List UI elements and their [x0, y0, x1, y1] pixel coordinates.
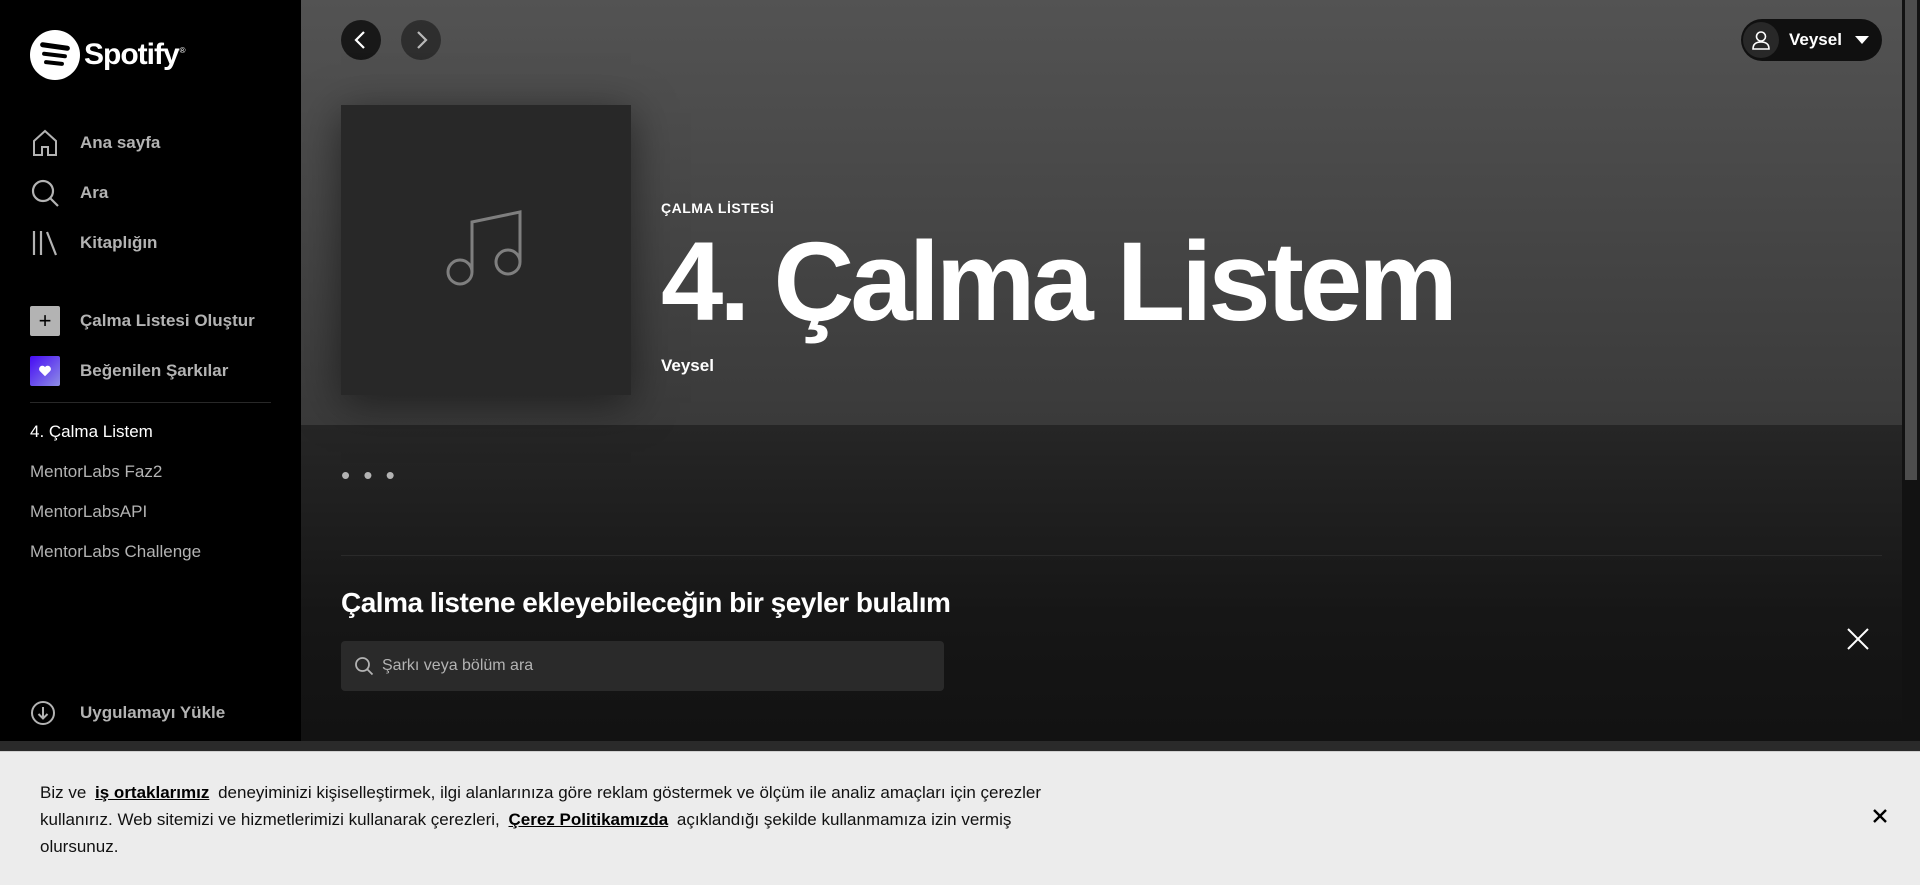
avatar — [1743, 22, 1779, 58]
find-songs-title: Çalma listene ekleyebileceğin bir şeyler… — [341, 587, 951, 618]
search-icon — [355, 657, 374, 676]
plus-icon: + — [30, 306, 60, 336]
sidebar-actions: + Çalma Listesi Oluştur Beğenilen Şarkıl… — [30, 296, 290, 396]
playlist-info: ÇALMA LİSTESİ 4. Çalma Listem Veysel — [661, 200, 1458, 376]
spotify-wordmark: Spotify® — [84, 38, 186, 71]
main-nav: Ana sayfa Ara Kitaplığın — [30, 118, 290, 268]
app-window: Spotify® Ana sayfa Ara Kitaplığın + Çalm… — [0, 0, 1920, 885]
song-search-input[interactable] — [382, 657, 922, 675]
close-find-section-button[interactable] — [1841, 622, 1875, 656]
playlist-owner-link[interactable]: Veysel — [661, 356, 1454, 376]
cookie-text-part: Biz ve — [40, 783, 87, 802]
nav-library[interactable]: Kitaplığın — [30, 218, 290, 268]
sidebar-playlist-item[interactable]: MentorLabs Challenge — [30, 540, 290, 580]
cookie-message: Biz ve iş ortaklarımız deneyiminizi kişi… — [40, 779, 1060, 860]
main-scrollbar[interactable] — [1902, 0, 1920, 741]
liked-songs-label: Beğenilen Şarkılar — [80, 361, 229, 380]
main-content: Veysel ÇALMA LİSTESİ 4. Çalma Listem Vey… — [301, 0, 1902, 741]
heart-icon — [30, 356, 60, 386]
more-options-button[interactable]: • • • — [341, 462, 398, 488]
nav-home[interactable]: Ana sayfa — [30, 118, 290, 168]
playlist-body — [301, 425, 1902, 741]
sidebar-playlist-item[interactable]: MentorLabsAPI — [30, 500, 290, 540]
user-name: Veysel — [1789, 30, 1842, 49]
cookie-banner-edge — [0, 741, 1920, 751]
liked-songs-button[interactable]: Beğenilen Şarkılar — [30, 346, 290, 396]
scrollbar-thumb[interactable] — [1905, 0, 1917, 480]
sidebar-divider — [30, 402, 271, 403]
partners-link[interactable]: iş ortaklarımız — [95, 783, 209, 802]
caret-down-icon — [1854, 36, 1869, 44]
close-icon — [1847, 628, 1869, 650]
cookie-policy-link[interactable]: Çerez Politikamızda — [509, 810, 669, 829]
song-search-box — [341, 641, 944, 691]
playlist-title[interactable]: 4. Çalma Listem — [661, 222, 1458, 342]
cookie-banner: Biz ve iş ortaklarımız deneyiminizi kişi… — [0, 751, 1920, 885]
search-icon — [31, 179, 59, 207]
back-button[interactable] — [341, 20, 381, 60]
spotify-logo-icon — [30, 30, 80, 80]
close-icon — [1873, 809, 1887, 823]
chevron-right-icon — [417, 31, 428, 49]
install-app-button[interactable]: Uygulamayı Yükle — [30, 700, 225, 726]
music-note-icon — [446, 210, 522, 286]
nav-search-label: Ara — [80, 183, 109, 202]
download-icon — [31, 701, 55, 725]
playlist-list: 4. Çalma Listem MentorLabs Faz2 MentorLa… — [30, 420, 290, 580]
forward-button[interactable] — [401, 20, 441, 60]
home-icon — [33, 129, 57, 156]
nav-search[interactable]: Ara — [30, 168, 290, 218]
create-playlist-label: Çalma Listesi Oluştur — [80, 311, 255, 330]
close-cookie-banner-button[interactable] — [1868, 804, 1892, 828]
user-icon — [1752, 31, 1770, 50]
playlist-type-label: ÇALMA LİSTESİ — [661, 200, 775, 216]
sidebar-playlist-item[interactable]: 4. Çalma Listem — [30, 420, 290, 460]
playlist-cover[interactable] — [341, 105, 631, 395]
create-playlist-button[interactable]: + Çalma Listesi Oluştur — [30, 296, 290, 346]
sidebar-playlist-item[interactable]: MentorLabs Faz2 — [30, 460, 290, 500]
nav-library-label: Kitaplığın — [80, 233, 158, 252]
chevron-left-icon — [354, 31, 365, 49]
install-app-label: Uygulamayı Yükle — [80, 703, 226, 722]
spotify-logo[interactable]: Spotify® — [30, 30, 186, 80]
nav-home-label: Ana sayfa — [80, 133, 161, 152]
section-divider — [341, 555, 1882, 556]
sidebar: Spotify® Ana sayfa Ara Kitaplığın + Çalm… — [0, 0, 301, 741]
library-icon — [32, 231, 58, 256]
user-menu-button[interactable]: Veysel — [1741, 19, 1882, 61]
